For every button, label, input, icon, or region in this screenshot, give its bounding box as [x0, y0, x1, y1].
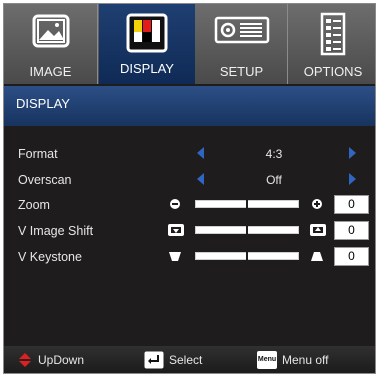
zoom-out-icon [167, 197, 183, 211]
menu-off-label: Menu off [282, 353, 329, 367]
keystone-narrow-top-icon [309, 249, 325, 263]
arrow-right-icon[interactable] [349, 173, 356, 185]
menu-key-icon: Menu [257, 351, 277, 369]
v-keystone-value: 0 [334, 247, 369, 266]
shift-down-icon [167, 223, 184, 237]
v-keystone-row[interactable]: V Keystone 0 [4, 246, 375, 268]
arrow-left-icon[interactable] [197, 147, 204, 159]
enter-key-icon [144, 351, 164, 373]
tab-options[interactable]: OPTIONS [289, 4, 375, 84]
v-image-shift-label: V Image Shift [18, 224, 94, 238]
zoom-row[interactable]: Zoom 0 [4, 194, 375, 216]
select-label: Select [169, 353, 203, 367]
tab-display[interactable]: DISPLAY [99, 4, 195, 84]
v-keystone-label: V Keystone [18, 250, 82, 264]
v-image-shift-row[interactable]: V Image Shift 0 [4, 220, 375, 242]
tab-options-label: OPTIONS [303, 64, 363, 79]
options-icon [318, 12, 348, 61]
overscan-value: Off [266, 173, 282, 187]
v-keystone-slider[interactable] [195, 251, 299, 263]
arrow-left-icon[interactable] [197, 173, 204, 185]
display-icon [124, 12, 170, 63]
tab-image[interactable]: IMAGE [4, 4, 98, 84]
overscan-label: Overscan [18, 173, 72, 187]
section-header: DISPLAY [4, 86, 375, 126]
shift-up-icon [309, 223, 326, 237]
zoom-slider-thumb[interactable] [246, 199, 248, 211]
updown-icon [17, 352, 33, 373]
tab-image-label: IMAGE [29, 64, 72, 79]
format-value: 4:3 [265, 147, 283, 161]
tab-setup[interactable]: SETUP [196, 4, 288, 84]
v-image-shift-slider-thumb[interactable] [246, 225, 248, 237]
zoom-in-icon [309, 197, 325, 211]
format-row[interactable]: Format 4:3 [4, 143, 375, 165]
v-image-shift-slider[interactable] [195, 225, 299, 237]
v-keystone-slider-thumb[interactable] [246, 251, 248, 263]
projector-icon [212, 12, 272, 53]
v-image-shift-value: 0 [334, 221, 369, 240]
zoom-value: 0 [334, 195, 369, 214]
updown-label: UpDown [38, 353, 85, 367]
keystone-narrow-bottom-icon [167, 249, 183, 263]
tab-setup-label: SETUP [219, 64, 264, 79]
arrow-right-icon[interactable] [349, 147, 356, 159]
tab-display-label: DISPLAY [120, 61, 174, 76]
format-label: Format [18, 147, 58, 161]
tab-bar: IMAGE DISPLAY SETUP OPTIONS [4, 4, 375, 84]
footer-bar: UpDown Select Menu Menu off [4, 346, 375, 373]
zoom-label: Zoom [18, 198, 50, 212]
image-icon [28, 12, 74, 59]
osd-menu: IMAGE DISPLAY SETUP OPTIONS DISPLAY Form… [3, 3, 376, 374]
overscan-row[interactable]: Overscan Off [4, 169, 375, 191]
section-title: DISPLAY [16, 96, 70, 111]
zoom-slider[interactable] [195, 199, 299, 211]
